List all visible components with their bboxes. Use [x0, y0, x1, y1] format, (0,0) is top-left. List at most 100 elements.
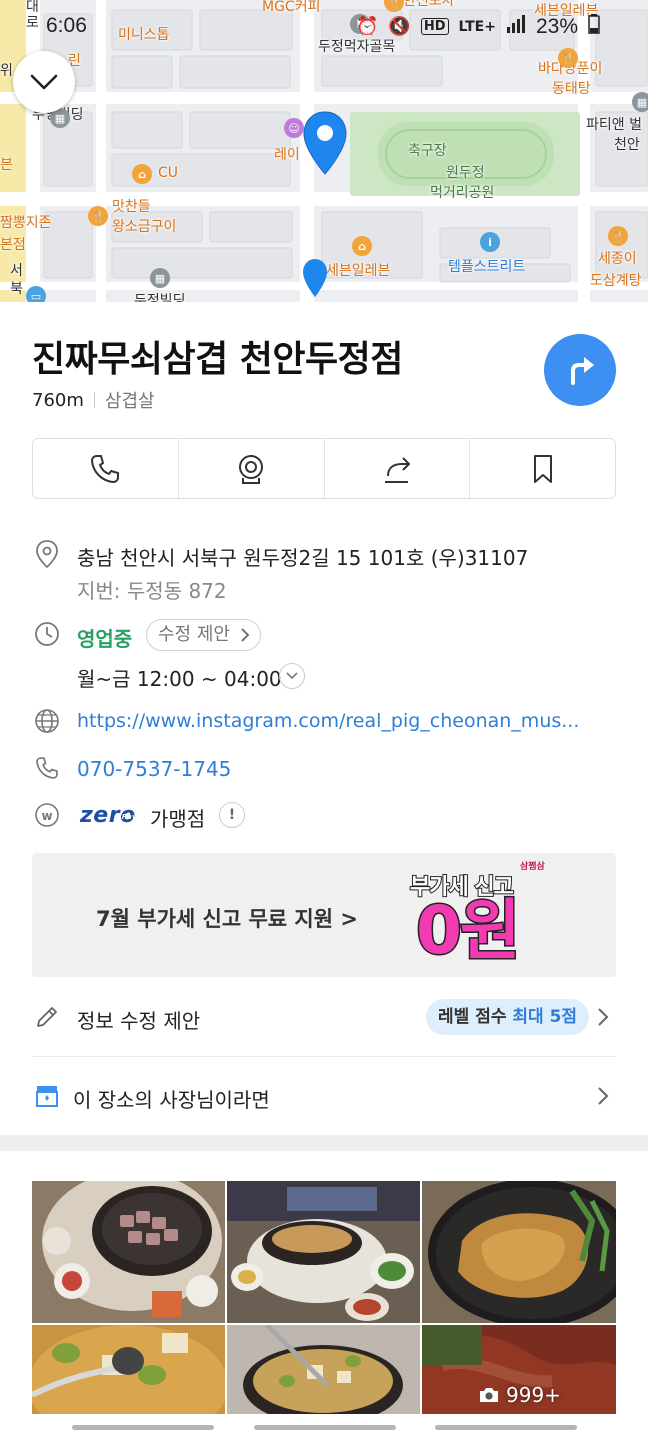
- phone-icon: [33, 754, 61, 782]
- suggest-edit-hours-button[interactable]: 수정 제안: [146, 619, 261, 651]
- place-distance: 760m: [32, 389, 84, 411]
- action-bar: [32, 438, 616, 499]
- level-points-value: 최대 5점: [512, 1007, 578, 1027]
- map-label-seven-eleven[interactable]: 세븐일레븐: [326, 262, 390, 280]
- map-label-party[interactable]: 파티앤 벌: [586, 116, 642, 134]
- map-label-sejong[interactable]: 세종이: [598, 250, 637, 268]
- promo-banner-text: 7월 부가세 신고 무료 지원 >: [96, 907, 358, 931]
- cu-store-marker-icon[interactable]: ⌂: [132, 164, 152, 184]
- address-text[interactable]: 충남 천안시 서북구 원두정2길 15 101호 (우)31107: [77, 542, 528, 571]
- chevron-right-icon[interactable]: [596, 1007, 610, 1027]
- place-meta: 760m 삼겹살: [32, 387, 155, 413]
- photo-thumbnail[interactable]: [227, 1325, 420, 1417]
- clock-icon: [33, 620, 61, 648]
- map-label-left-seo: 서: [10, 263, 23, 279]
- info-marker-icon[interactable]: i: [480, 232, 500, 252]
- street-view-button[interactable]: [179, 439, 325, 498]
- owner-claim-link[interactable]: 이 장소의 사장님이라면: [73, 1084, 270, 1113]
- selected-location-pin-icon[interactable]: [302, 110, 348, 180]
- convenience-store-marker-icon[interactable]: ☺: [284, 118, 304, 138]
- nearby-location-pin-icon[interactable]: [302, 258, 328, 302]
- pork-grill-photo: [32, 1181, 225, 1323]
- bus-stop-marker-icon[interactable]: ▭: [26, 286, 46, 302]
- map-label-left-wi: 위: [0, 63, 13, 79]
- building-marker-icon-2[interactable]: ▦: [632, 92, 648, 112]
- expand-hours-button[interactable]: [279, 663, 305, 689]
- place-category: 삼겹살: [104, 391, 155, 412]
- map-label-park[interactable]: 원두정: [446, 164, 485, 182]
- map-label-jjamppong-2[interactable]: 본점: [0, 236, 26, 254]
- fried-rice-photo: [422, 1181, 616, 1323]
- status-time: 6:06: [46, 14, 87, 37]
- gesture-handle-right[interactable]: [435, 1425, 577, 1430]
- map-label-sejong-2[interactable]: 도삼계탕: [590, 272, 642, 290]
- camera-icon: [480, 1388, 498, 1402]
- photo-count-badge[interactable]: 999+: [478, 1383, 561, 1407]
- call-button[interactable]: [33, 439, 179, 498]
- map-label-cu[interactable]: CU: [158, 164, 178, 182]
- map-label-left-beun: 븐: [0, 157, 13, 173]
- map-label-party-2[interactable]: 천안: [614, 136, 640, 154]
- section-divider: [0, 1135, 648, 1151]
- lot-address-text: 지번: 두정동 872: [77, 579, 227, 603]
- status-icons: ⏰ 🔇 HD LTE+ 23%: [356, 14, 600, 39]
- suggest-edit-label: 수정 제안: [158, 624, 230, 645]
- promo-banner-zero-won: 0원: [415, 891, 523, 971]
- share-button[interactable]: [325, 439, 471, 498]
- photo-thumbnail[interactable]: [227, 1181, 420, 1323]
- map-label-matchan[interactable]: 맛찬들: [112, 198, 151, 216]
- map-label-bada-2[interactable]: 동태탕: [552, 80, 591, 98]
- photo-thumbnail[interactable]: [32, 1181, 225, 1323]
- signal-icon: [506, 15, 526, 38]
- save-bookmark-button[interactable]: [470, 439, 615, 498]
- hd-icon: HD: [420, 18, 449, 35]
- business-hours[interactable]: 월~금 12:00 ~ 04:00: [77, 663, 282, 692]
- meta-divider: [93, 392, 95, 408]
- gesture-handle-center[interactable]: [254, 1425, 396, 1430]
- share-icon: [384, 456, 410, 483]
- alarm-icon: ⏰: [356, 16, 379, 37]
- info-alert-icon: !: [228, 807, 236, 823]
- open-status: 영업중: [77, 627, 133, 651]
- gesture-handle-left[interactable]: [72, 1425, 214, 1430]
- chevron-down-icon: [286, 672, 298, 680]
- collapse-panel-button[interactable]: [13, 51, 75, 113]
- storefront-icon: [33, 1082, 61, 1110]
- map-label-park-2[interactable]: 먹거리공원: [430, 184, 494, 202]
- camera-view-icon: [239, 454, 264, 484]
- network-type: LTE+: [458, 18, 496, 35]
- building-marker-icon-3[interactable]: ▦: [150, 268, 170, 288]
- map-label-matchan-2[interactable]: 왕소금구이: [112, 218, 176, 236]
- map-view[interactable]: MGC커피 세븐일레븐 한신포차 미니스톱 두정먹자골목 바다양푼이 동태탕 파…: [0, 0, 648, 302]
- map-label-bottom-bldg[interactable]: 두정빌딩: [134, 292, 186, 302]
- battery-level: 23%: [535, 14, 578, 38]
- zero-pay-logo: zeroPay: [80, 803, 151, 828]
- navigation-gesture-bar: [0, 1414, 648, 1440]
- mute-icon: 🔇: [388, 16, 411, 37]
- map-label-jjamppong[interactable]: 짬뽕지존: [0, 214, 52, 232]
- chevron-right-icon[interactable]: [596, 1086, 610, 1106]
- restaurant-marker-icon[interactable]: 🍴: [88, 206, 108, 226]
- bookmark-icon: [533, 454, 552, 483]
- phone-number-link[interactable]: 070-7537-1745: [77, 757, 231, 781]
- zero-pay-logo-sub: Pay: [121, 813, 137, 821]
- store-marker-icon[interactable]: ⌂: [352, 236, 372, 256]
- restaurant-marker-icon-2[interactable]: 🍴: [608, 226, 628, 246]
- location-pin-icon: [33, 540, 61, 569]
- directions-button[interactable]: [544, 334, 616, 406]
- website-link[interactable]: https://www.instagram.com/real_pig_cheon…: [77, 710, 579, 732]
- level-points-badge: 레벨 점수 최대 5점: [426, 999, 590, 1035]
- zero-pay-info-button[interactable]: !: [219, 802, 245, 828]
- suggest-info-edit-link[interactable]: 정보 수정 제안: [77, 1005, 200, 1034]
- map-label-left-buk: 북: [10, 281, 23, 297]
- photo-thumbnail[interactable]: [422, 1181, 616, 1323]
- map-label-temple-street[interactable]: 템플스트리트: [448, 258, 525, 276]
- pencil-icon: [33, 1003, 61, 1031]
- map-label-ray[interactable]: 레이: [274, 146, 300, 164]
- map-label-soccer-field[interactable]: 축구장: [408, 142, 447, 160]
- turn-right-arrow-icon: [571, 357, 594, 385]
- zero-pay-badge-icon: w: [33, 801, 61, 829]
- soup-pot-photo: [227, 1325, 420, 1417]
- promo-banner[interactable]: 7월 부가세 신고 무료 지원 > 삼쩜삼 부가세 신고 0원: [32, 853, 616, 977]
- photo-thumbnail[interactable]: [32, 1325, 225, 1417]
